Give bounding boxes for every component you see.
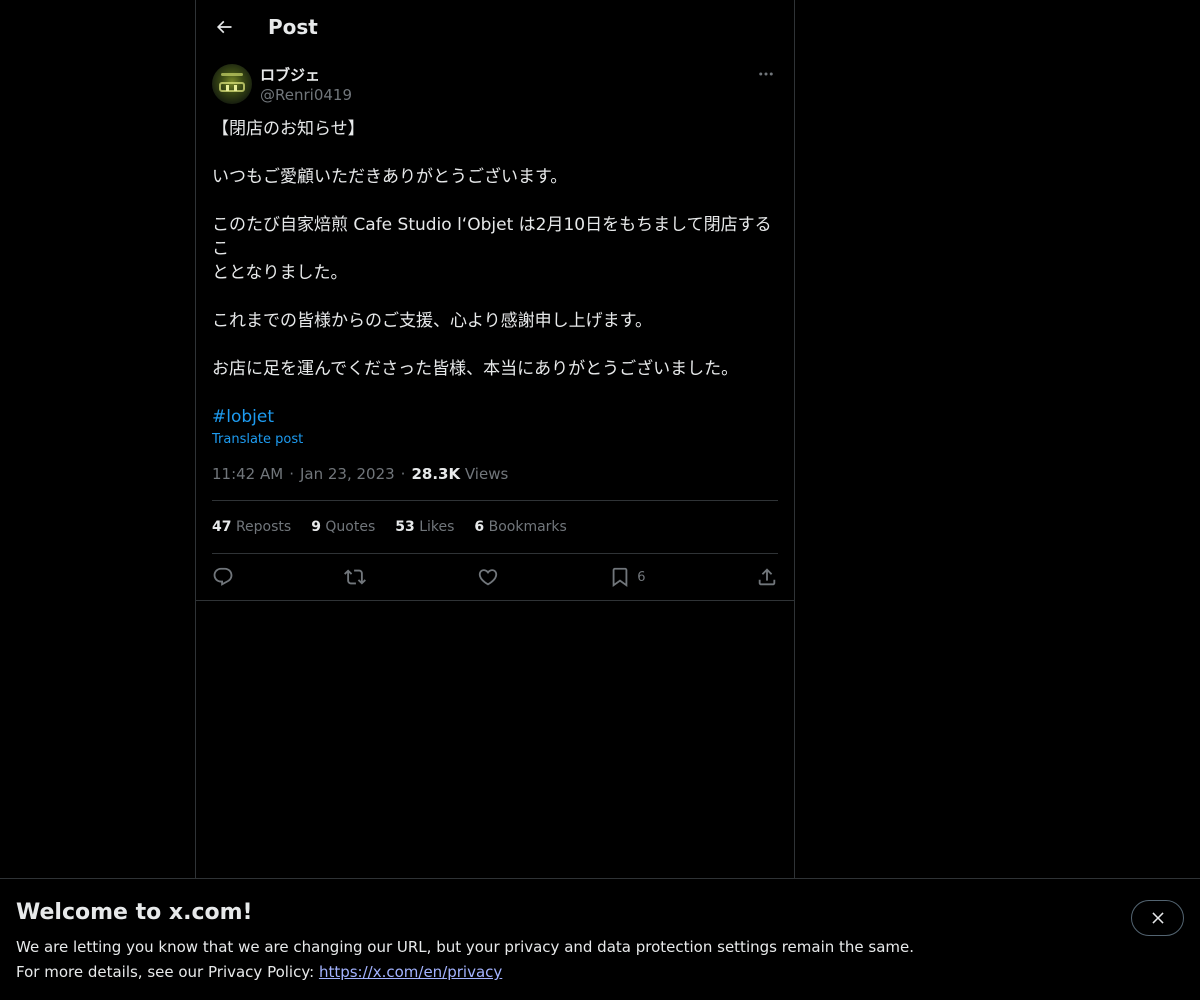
views-count: 28.3K [411,465,461,483]
like-icon [478,569,498,586]
privacy-policy-link[interactable]: https://x.com/en/privacy [319,963,502,981]
post-line [212,381,778,405]
repost-icon [344,569,367,585]
hashtag-link[interactable]: #lobjet [212,407,274,427]
post-header: Post [196,0,794,54]
post-time[interactable]: 11:42 AM [212,465,283,483]
welcome-banner: Welcome to x.com! We are letting you kno… [0,878,1200,1000]
back-button[interactable] [212,15,236,39]
reply-button[interactable] [212,566,234,588]
post-line [212,189,778,213]
post-line: お店に足を運んでくださった皆様、本当にありがとうございました。 [212,359,739,379]
post-meta: 11:42 AM · Jan 23, 2023 · 28.3K Views [212,465,509,483]
stat-reposts[interactable]: 47 Reposts [212,519,291,535]
post-line: これまでの皆様からのご支援、心より感謝申し上げます。 [212,311,652,331]
translate-post-link[interactable]: Translate post [196,431,794,449]
post-line: このたび自家焙煎 Cafe Studio lʻObjet は2月10日をもちまし… [212,215,772,259]
views-label: Views [464,465,509,483]
more-icon [759,72,773,76]
post-line: ととなりました。 [212,263,348,283]
post-column: Post ロブジェ @Renri0419 【閉店のお知らせ】 いつもご愛顧いただ… [195,0,795,878]
author-display-name[interactable]: ロブジェ [260,65,352,85]
page-title: Post [268,15,318,39]
stat-bookmarks[interactable]: 6 Bookmarks [474,519,566,535]
bookmark-count: 6 [637,569,646,585]
banner-line: We are letting you know that we are chan… [16,938,915,956]
reply-icon [213,567,233,586]
stat-likes[interactable]: 53 Likes [395,519,454,535]
back-arrow-icon [216,20,232,34]
share-button[interactable] [756,566,778,588]
repost-button[interactable] [344,566,367,588]
bookmark-icon [612,567,628,588]
banner-title: Welcome to x.com! [16,900,253,925]
avatar[interactable] [212,64,252,104]
post-line: いつもご愛顧いただきありがとうございます。 [212,167,568,187]
post-line: 【閉店のお知らせ】 [212,119,365,139]
author-handle[interactable]: @Renri0419 [260,85,352,105]
post-actions: 6 [196,554,794,601]
banner-text: We are letting you know that we are chan… [16,935,1184,985]
close-icon [1151,912,1164,924]
bookmark-button[interactable]: 6 [609,566,646,588]
post-date[interactable]: Jan 23, 2023 [300,465,395,483]
post-line [212,333,778,357]
post-text: 【閉店のお知らせ】 いつもご愛顧いただきありがとうございます。 このたび自家焙煎… [196,105,794,429]
more-options-button[interactable] [754,62,778,86]
stat-quotes[interactable]: 9 Quotes [311,519,375,535]
banner-line: For more details, see our Privacy Policy… [16,963,319,981]
post-author: ロブジェ @Renri0419 [196,54,794,105]
share-icon [758,568,776,586]
post-line [212,285,778,309]
like-button[interactable] [477,566,499,588]
post-line [212,141,778,165]
post-stats: 47 Reposts 9 Quotes 53 Likes 6 Bookmarks [196,501,794,553]
close-banner-button[interactable] [1131,900,1184,936]
